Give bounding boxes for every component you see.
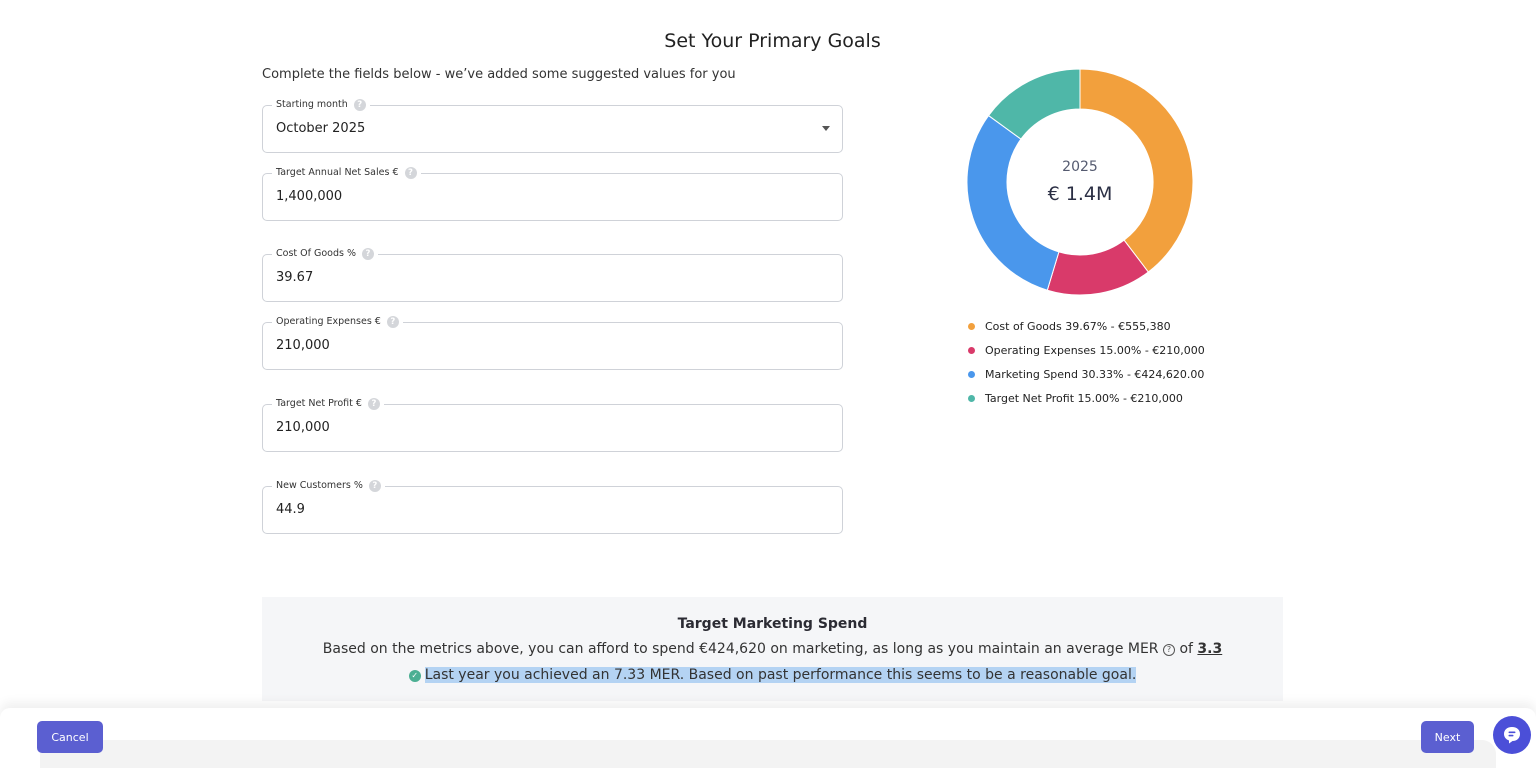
check-circle-icon: ✓: [408, 669, 421, 682]
chart-legend: Cost of Goods 39.67% - €555,380 Operatin…: [968, 314, 1205, 410]
legend-item: Cost of Goods 39.67% - €555,380: [968, 314, 1205, 338]
legend-dot: [968, 394, 975, 402]
operating-expenses-input[interactable]: Operating Expenses € ? 210,000: [262, 314, 843, 370]
legend-item: Marketing Spend 30.33% - €424,620.00: [968, 362, 1205, 386]
starting-month-select[interactable]: Starting month ? October 2025: [262, 97, 843, 153]
legend-dot: [968, 370, 975, 378]
panel-text-of: of: [1179, 641, 1193, 657]
net-profit-label: Target Net Profit €: [276, 398, 362, 409]
net-sales-label-group: Target Annual Net Sales € ?: [272, 165, 421, 181]
panel-text: Based on the metrics above, you can affo…: [262, 641, 1283, 657]
mer-value[interactable]: 3.3: [1197, 641, 1222, 657]
target-marketing-panel: Target Marketing Spend Based on the metr…: [262, 597, 1283, 701]
operating-expenses-value[interactable]: 210,000: [276, 338, 330, 353]
next-button[interactable]: Next: [1421, 721, 1474, 753]
cost-of-goods-label-group: Cost Of Goods % ?: [272, 246, 378, 262]
chat-bubble-icon[interactable]: [1493, 716, 1531, 754]
new-customers-value[interactable]: 44.9: [276, 502, 305, 517]
legend-label: Cost of Goods 39.67% - €555,380: [985, 319, 1171, 333]
chevron-down-icon[interactable]: [822, 126, 830, 131]
net-profit-input[interactable]: Target Net Profit € ? 210,000: [262, 396, 843, 452]
legend-item: Operating Expenses 15.00% - €210,000: [968, 338, 1205, 362]
panel-title: Target Marketing Spend: [677, 616, 868, 632]
legend-label: Operating Expenses 15.00% - €210,000: [985, 343, 1205, 357]
operating-expenses-label-group: Operating Expenses € ?: [272, 314, 403, 330]
operating-expenses-label: Operating Expenses €: [276, 316, 381, 327]
donut-chart-svg: [966, 68, 1194, 296]
help-icon[interactable]: ?: [386, 316, 399, 328]
legend-label: Marketing Spend 30.33% - €424,620.00: [985, 367, 1205, 381]
panel-text-body: Based on the metrics above, you can affo…: [322, 641, 1159, 657]
footer-strip: [40, 740, 1496, 768]
cost-of-goods-value[interactable]: 39.67: [276, 270, 313, 285]
starting-month-value: October 2025: [276, 121, 366, 136]
legend-label: Target Net Profit 15.00% - €210,000: [985, 391, 1183, 405]
starting-month-label: Starting month: [276, 99, 348, 110]
help-icon[interactable]: ?: [404, 167, 417, 179]
legend-dot: [968, 322, 975, 330]
chat-bubble-icon-svg: [1504, 727, 1520, 744]
help-icon[interactable]: ?: [368, 480, 381, 492]
net-sales-input[interactable]: Target Annual Net Sales € ? 1,400,000: [262, 165, 843, 221]
new-customers-input[interactable]: New Customers % ? 44.9: [262, 478, 843, 534]
net-sales-value[interactable]: 1,400,000: [276, 189, 342, 204]
cost-of-goods-input[interactable]: Cost Of Goods % ? 39.67: [262, 246, 843, 302]
starting-month-label-group: Starting month ?: [272, 97, 370, 113]
help-icon[interactable]: ?: [367, 398, 380, 410]
net-profit-label-group: Target Net Profit € ?: [272, 396, 384, 412]
new-customers-label-group: New Customers % ?: [272, 478, 385, 494]
help-icon[interactable]: ?: [362, 248, 374, 260]
help-icon[interactable]: ?: [353, 99, 366, 111]
net-sales-label: Target Annual Net Sales €: [276, 167, 399, 178]
page-title: Set Your Primary Goals: [664, 30, 881, 52]
legend-dot: [968, 346, 975, 354]
donut-chart: 2025 € 1.4M: [966, 68, 1194, 296]
cost-of-goods-label: Cost Of Goods %: [276, 248, 356, 259]
cancel-button[interactable]: Cancel: [37, 721, 103, 753]
legend-item: Target Net Profit 15.00% - €210,000: [968, 386, 1205, 410]
panel-note: ✓ Last year you achieved an 7.33 MER. Bas…: [262, 667, 1283, 683]
net-profit-value[interactable]: 210,000: [276, 420, 330, 435]
panel-note-text: Last year you achieved an 7.33 MER. Base…: [424, 667, 1137, 683]
question-circle-icon[interactable]: ?: [1163, 643, 1175, 656]
new-customers-label: New Customers %: [276, 480, 363, 491]
donut-slice-cost-of-goods[interactable]: [1079, 68, 1194, 273]
donut-slice-marketing-spend[interactable]: [966, 114, 1060, 291]
page-subtitle: Complete the fields below - we’ve added …: [262, 67, 736, 82]
